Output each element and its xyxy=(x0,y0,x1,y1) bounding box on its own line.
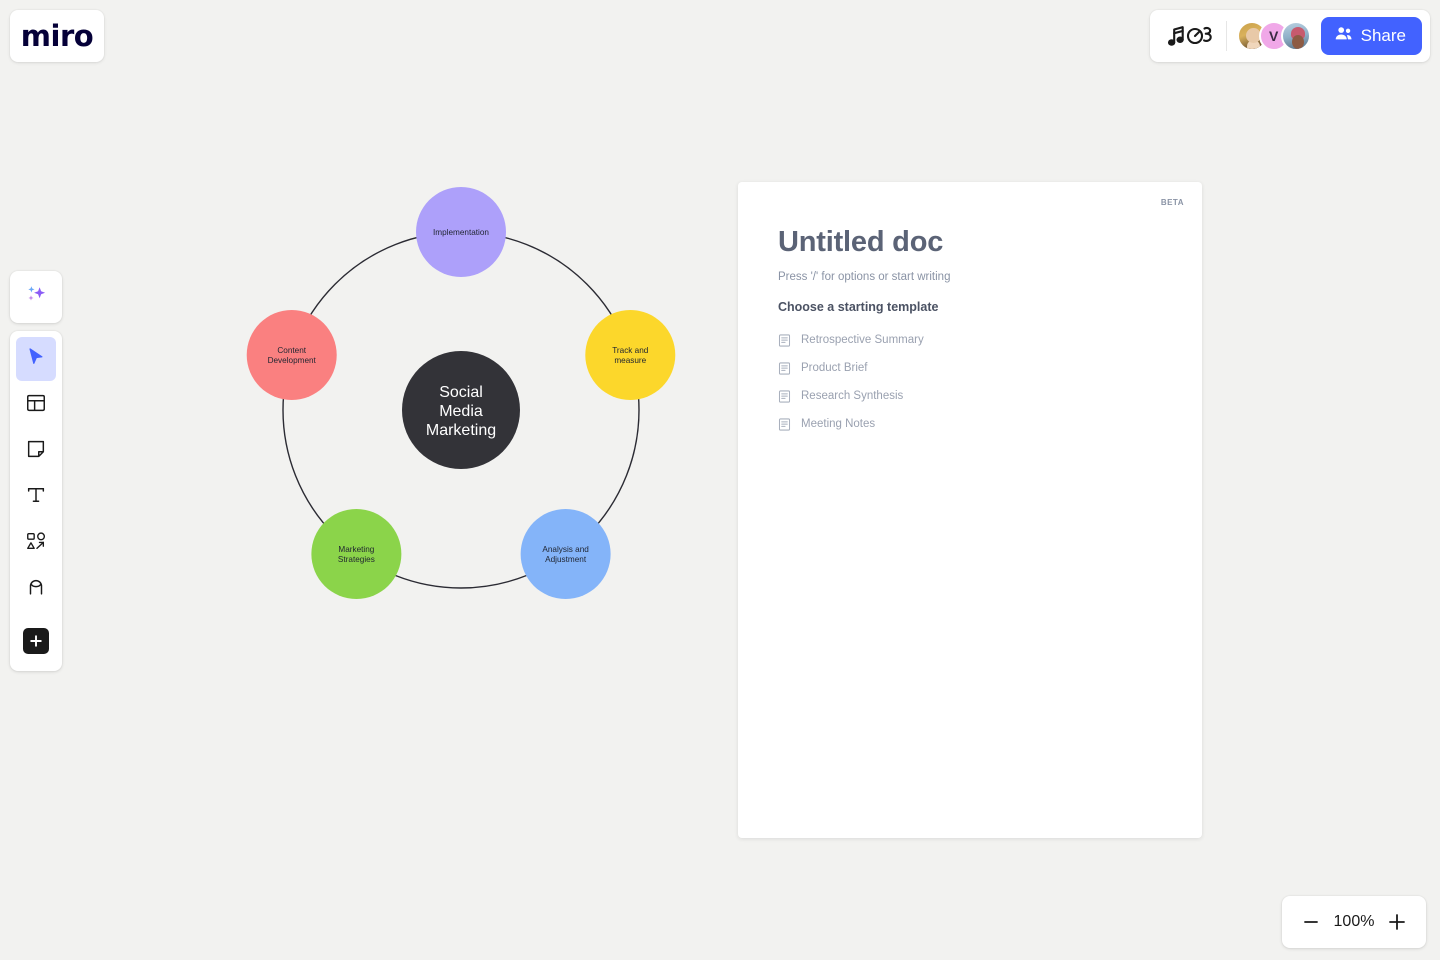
doc-template-heading: Choose a starting template xyxy=(778,300,939,314)
shapes-arrow-icon xyxy=(25,530,47,557)
cycle-node-label: Track and measure xyxy=(612,346,649,365)
music-notes-icon[interactable] xyxy=(1164,22,1216,50)
document-icon xyxy=(778,361,791,375)
left-toolbar xyxy=(10,331,62,671)
document-icon xyxy=(778,333,791,347)
template-item-label: Product Brief xyxy=(801,362,868,374)
zoom-control: 100% xyxy=(1282,896,1426,948)
cycle-center-node[interactable]: Social Media Marketing xyxy=(402,351,520,469)
more-apps-tool[interactable] xyxy=(16,619,56,663)
miro-wordmark: miro xyxy=(20,19,94,53)
templates-tool[interactable] xyxy=(16,383,56,427)
zoom-level-label[interactable]: 100% xyxy=(1334,913,1375,931)
layout-template-icon xyxy=(25,392,47,419)
cycle-node-label: Analysis and Adjustment xyxy=(542,545,589,564)
cycle-node[interactable]: Implementation xyxy=(416,187,506,277)
template-item[interactable]: Retrospective Summary xyxy=(778,326,1162,354)
template-item-label: Research Synthesis xyxy=(801,390,904,402)
avatar[interactable] xyxy=(1280,21,1311,51)
cursor-arrow-icon xyxy=(25,346,47,373)
cycle-diagram-svg: Implementation Track and measure Analysis a… xyxy=(246,187,676,600)
shapes-tool[interactable] xyxy=(16,521,56,565)
cycle-diagram[interactable]: Implementation Track and measure Analysis a… xyxy=(230,160,700,620)
cycle-node[interactable]: Marketing Strategies xyxy=(311,509,402,600)
cycle-node[interactable]: Content Development xyxy=(246,309,337,400)
document-icon xyxy=(778,389,791,403)
text-t-icon xyxy=(25,484,47,511)
cycle-node-label: Marketing Strategies xyxy=(338,545,375,564)
cycle-node[interactable]: Track and measure xyxy=(585,309,676,400)
doc-placeholder-hint: Press '/' for options or start writing xyxy=(778,271,951,283)
template-list: Retrospective Summary Product Brief Resear… xyxy=(778,326,1162,438)
plus-icon xyxy=(23,628,49,654)
pen-tool[interactable] xyxy=(16,567,56,611)
pen-stroke-icon xyxy=(25,576,47,603)
template-item[interactable]: Research Synthesis xyxy=(778,382,1162,410)
document-icon xyxy=(778,417,791,431)
people-icon xyxy=(1334,24,1353,48)
zoom-out-button[interactable] xyxy=(1298,909,1324,935)
collaborator-avatars: V xyxy=(1236,21,1311,51)
sparkles-icon xyxy=(23,282,49,313)
sticky-note-tool[interactable] xyxy=(16,429,56,473)
beta-badge: BETA xyxy=(1160,198,1184,207)
template-item-label: Retrospective Summary xyxy=(801,334,924,346)
miro-logo[interactable]: miro xyxy=(10,10,104,62)
sticky-note-icon xyxy=(25,438,47,465)
select-tool[interactable] xyxy=(16,337,56,381)
cycle-node[interactable]: Analysis and Adjustment xyxy=(520,509,611,600)
zoom-in-button[interactable] xyxy=(1384,909,1410,935)
document-panel[interactable]: BETA Untitled doc Press '/' for options … xyxy=(738,182,1202,838)
template-item[interactable]: Product Brief xyxy=(778,354,1162,382)
text-tool[interactable] xyxy=(16,475,56,519)
share-button-label: Share xyxy=(1360,26,1406,45)
ai-sparkle-tool[interactable] xyxy=(10,271,62,323)
template-item[interactable]: Meeting Notes xyxy=(778,410,1162,438)
cycle-node-label: Implementation xyxy=(433,228,489,237)
template-item-label: Meeting Notes xyxy=(801,418,876,430)
top-right-toolbar: V Share xyxy=(1149,10,1430,62)
doc-title[interactable]: Untitled doc xyxy=(778,226,1162,259)
share-button[interactable]: Share xyxy=(1320,17,1422,55)
toolbar-divider xyxy=(1225,21,1227,51)
